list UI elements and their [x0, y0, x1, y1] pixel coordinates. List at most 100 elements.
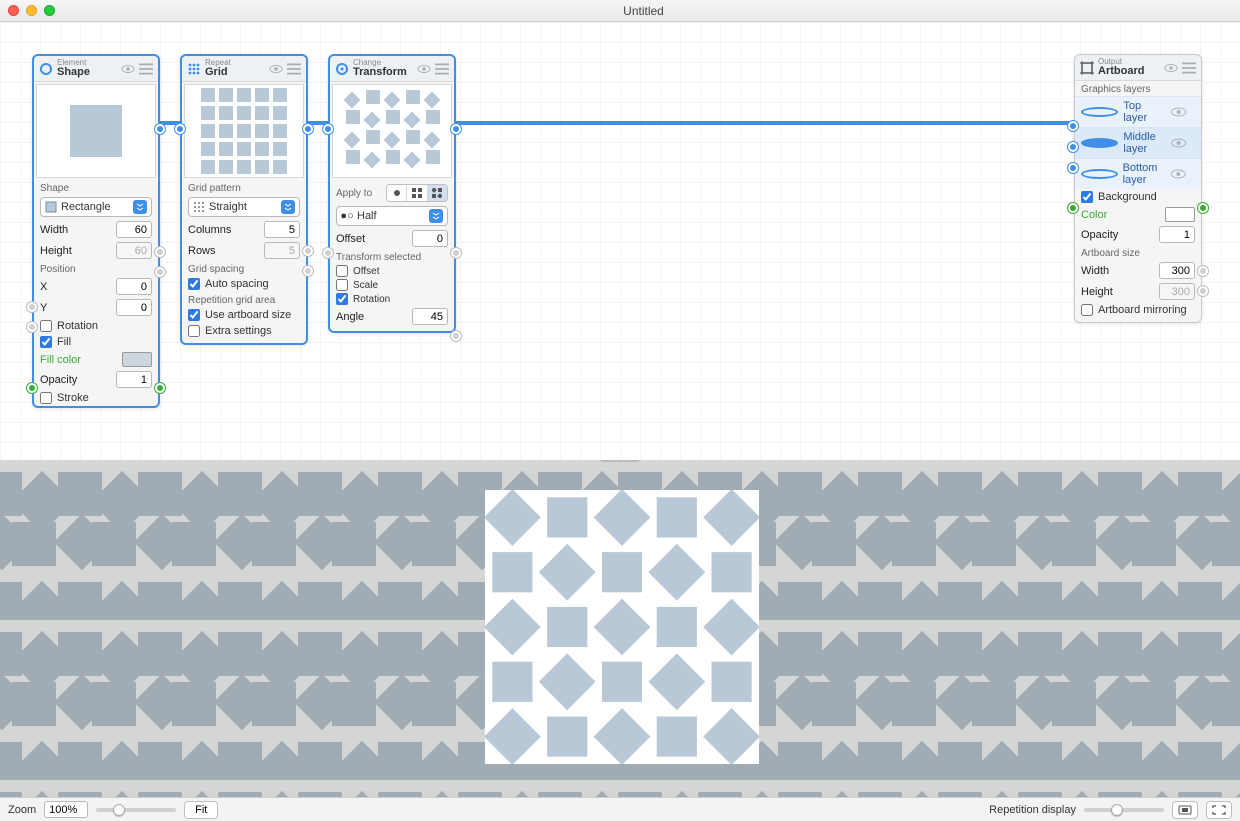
input-port-top[interactable]: [1068, 121, 1078, 131]
color-port[interactable]: [1068, 203, 1078, 213]
chevron-down-icon: [281, 200, 295, 214]
apply-seg-grid[interactable]: [406, 185, 426, 201]
bg-color-swatch[interactable]: [1165, 207, 1195, 222]
output-port[interactable]: [303, 124, 313, 134]
port[interactable]: [27, 322, 37, 332]
node-transform[interactable]: ChangeTransform Apply to ●○: [328, 54, 456, 333]
shape-label: Shape: [34, 180, 158, 195]
angle-input[interactable]: [412, 308, 448, 325]
port[interactable]: [155, 247, 165, 257]
zoom-slider[interactable]: [96, 808, 176, 812]
repetition-slider[interactable]: [1084, 808, 1164, 812]
window-titlebar: Untitled: [0, 0, 1240, 22]
position-label: Position: [34, 261, 158, 276]
artboard-preview: [485, 490, 759, 764]
chevron-down-icon: [133, 200, 147, 214]
shape-preview: [36, 84, 156, 178]
maximize-icon[interactable]: [44, 5, 55, 16]
window-title: Untitled: [55, 4, 1232, 18]
menu-icon[interactable]: [1182, 62, 1196, 74]
stroke-checkbox[interactable]: [40, 392, 52, 404]
shape-opacity-input[interactable]: [116, 371, 152, 388]
auto-spacing-checkbox[interactable]: [188, 278, 200, 290]
visibility-icon[interactable]: [121, 63, 135, 75]
port[interactable]: [1198, 286, 1208, 296]
repetition-label: Repetition display: [989, 804, 1076, 816]
use-artboard-checkbox[interactable]: [188, 309, 200, 321]
rotation-checkbox[interactable]: [40, 320, 52, 332]
port[interactable]: [323, 248, 333, 258]
node-canvas[interactable]: ElementShape Shape Rectangle Width Heigh…: [0, 22, 1240, 460]
node-grid[interactable]: RepeatGrid Grid pattern Straight Columns…: [180, 54, 308, 345]
input-port[interactable]: [175, 124, 185, 134]
artboard-width-input[interactable]: [1159, 262, 1195, 279]
background-checkbox[interactable]: [1081, 191, 1093, 203]
status-bar: Zoom Fit Repetition display: [0, 797, 1240, 821]
artboard-node-icon: [1080, 61, 1094, 75]
visibility-icon[interactable]: [1164, 62, 1178, 74]
port[interactable]: [303, 266, 313, 276]
preview-pane: [0, 460, 1240, 797]
fill-checkbox[interactable]: [40, 336, 52, 348]
color-port[interactable]: [1198, 203, 1208, 213]
node-shape[interactable]: ElementShape Shape Rectangle Width Heigh…: [32, 54, 160, 408]
tile-mode-button[interactable]: [1172, 801, 1198, 819]
grid-pattern-label: Grid pattern: [182, 180, 306, 195]
extra-settings-checkbox[interactable]: [188, 325, 200, 337]
port[interactable]: [27, 302, 37, 312]
shape-height-input[interactable]: [116, 242, 152, 259]
input-port[interactable]: [323, 124, 333, 134]
fit-button[interactable]: Fit: [184, 801, 218, 819]
node-artboard[interactable]: OutputArtboard Graphics layers Top layer…: [1074, 54, 1202, 323]
chevron-down-icon: [429, 209, 443, 223]
fill-color-swatch[interactable]: [122, 352, 152, 367]
apply-seg-alt[interactable]: [427, 185, 447, 201]
menu-icon[interactable]: [287, 63, 301, 75]
output-port[interactable]: [451, 124, 461, 134]
layer-middle[interactable]: Middle layer: [1075, 127, 1201, 158]
grid-pattern-select[interactable]: Straight: [188, 197, 300, 217]
scale-checkbox[interactable]: [336, 279, 348, 291]
close-icon[interactable]: [8, 5, 19, 16]
mirroring-checkbox[interactable]: [1081, 304, 1093, 316]
shape-x-input[interactable]: [116, 278, 152, 295]
rows-input[interactable]: [264, 242, 300, 259]
input-port-bottom[interactable]: [1068, 163, 1078, 173]
visibility-icon[interactable]: [417, 63, 431, 75]
shape-type-select[interactable]: Rectangle: [40, 197, 152, 217]
menu-icon[interactable]: [139, 63, 153, 75]
port[interactable]: [155, 267, 165, 277]
zoom-label: Zoom: [8, 804, 36, 816]
grid-node-icon: [187, 62, 201, 76]
visibility-icon[interactable]: [269, 63, 283, 75]
artboard-opacity-input[interactable]: [1159, 226, 1195, 243]
grid-preview: [184, 84, 304, 178]
color-port[interactable]: [155, 383, 165, 393]
port[interactable]: [451, 248, 461, 258]
port[interactable]: [303, 246, 313, 256]
traffic-lights: [8, 5, 55, 16]
fullscreen-button[interactable]: [1206, 801, 1232, 819]
output-port[interactable]: [155, 124, 165, 134]
layer-bottom[interactable]: Bottom layer: [1075, 158, 1201, 189]
apply-to-select[interactable]: ●○Half: [336, 206, 448, 226]
columns-input[interactable]: [264, 221, 300, 238]
shape-node-icon: [39, 62, 53, 76]
split-handle[interactable]: [600, 460, 640, 462]
artboard-height-input[interactable]: [1159, 283, 1195, 300]
transform-node-icon: [335, 62, 349, 76]
layer-top[interactable]: Top layer: [1075, 96, 1201, 127]
rotation-checkbox[interactable]: [336, 293, 348, 305]
offset-checkbox[interactable]: [336, 265, 348, 277]
menu-icon[interactable]: [435, 63, 449, 75]
port[interactable]: [451, 331, 461, 341]
offset-input[interactable]: [412, 230, 448, 247]
apply-seg-single[interactable]: [387, 185, 406, 201]
zoom-input[interactable]: [44, 801, 88, 818]
color-port[interactable]: [27, 383, 37, 393]
shape-y-input[interactable]: [116, 299, 152, 316]
minimize-icon[interactable]: [26, 5, 37, 16]
shape-width-input[interactable]: [116, 221, 152, 238]
input-port-middle[interactable]: [1068, 142, 1078, 152]
port[interactable]: [1198, 266, 1208, 276]
